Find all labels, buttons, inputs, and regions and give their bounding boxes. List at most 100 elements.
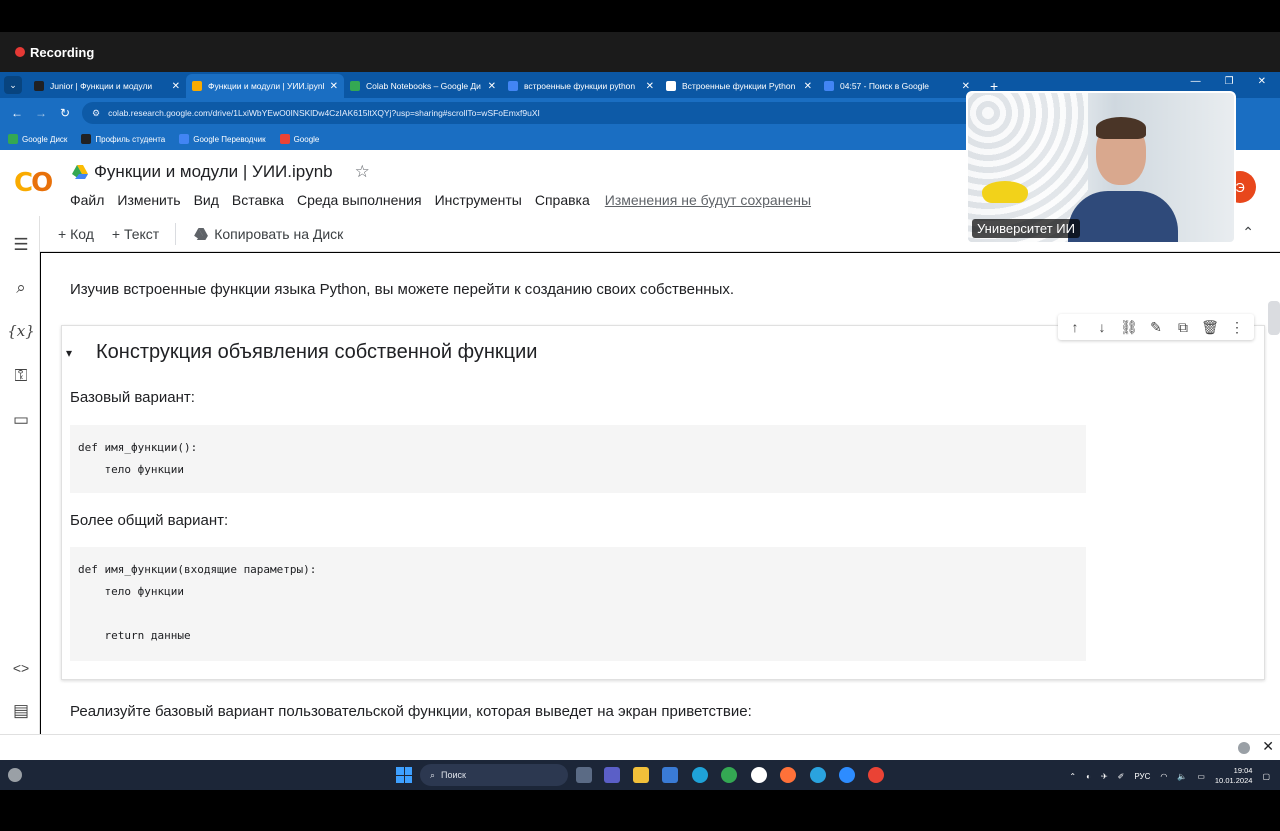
browser-tab[interactable]: Junior | Функции и модули ✕ bbox=[28, 74, 186, 98]
forward-icon[interactable]: → bbox=[34, 106, 48, 120]
record-dot-icon bbox=[15, 47, 25, 57]
start-menu-icon[interactable] bbox=[396, 767, 412, 783]
variables-icon[interactable]: {x} bbox=[7, 320, 35, 342]
url-text: colab.research.google.com/drive/1LxiWbYE… bbox=[108, 108, 540, 118]
windows-taskbar: ⌕ Поиск ⌃ ◐ ✈ ✐ РУС ◠ 🔈 ▭ 19:04 10.01.20… bbox=[0, 760, 1280, 790]
menu-item[interactable]: Вид bbox=[194, 192, 219, 208]
close-tab-icon[interactable]: ✕ bbox=[646, 81, 654, 92]
language-indicator[interactable]: РУС bbox=[1134, 772, 1150, 781]
firefox-icon[interactable] bbox=[780, 767, 796, 783]
collapse-header-icon[interactable]: ⌃ bbox=[1242, 224, 1254, 241]
menu-item[interactable]: Изменить bbox=[117, 192, 180, 208]
add-text-button[interactable]: + Текст bbox=[112, 226, 159, 242]
notifications-icon[interactable]: ▢ bbox=[1262, 772, 1270, 781]
menu-item[interactable]: Среда выполнения bbox=[297, 192, 422, 208]
close-tab-icon[interactable]: ✕ bbox=[488, 81, 496, 92]
chrome-profile-icon[interactable] bbox=[868, 767, 884, 783]
colab-logo[interactable]: CO bbox=[14, 168, 53, 198]
tab-favicon-icon bbox=[508, 81, 518, 91]
tab-search-icon[interactable]: ⌄ bbox=[4, 76, 22, 94]
code-line: def имя_функции(входящие параметры): bbox=[78, 563, 317, 576]
close-tab-icon[interactable]: ✕ bbox=[172, 81, 180, 92]
tab-favicon-icon bbox=[824, 81, 834, 91]
bookmark-item[interactable]: Google Переводчик bbox=[179, 134, 266, 144]
table-of-contents-icon[interactable]: ☰ bbox=[10, 234, 32, 256]
search-icon[interactable]: ⌕ bbox=[10, 277, 32, 299]
task-view-icon[interactable] bbox=[576, 767, 592, 783]
unsaved-changes-link[interactable]: Изменения не будут сохранены bbox=[605, 192, 811, 208]
taskbar-search[interactable]: ⌕ Поиск bbox=[420, 764, 568, 786]
menu-item[interactable]: Справка bbox=[535, 192, 590, 208]
basic-code-block: def имя_функции(): тело функции bbox=[70, 425, 1086, 493]
browser-tab[interactable]: Встроенные функции Python ✕ bbox=[660, 74, 818, 98]
close-tab-icon[interactable]: ✕ bbox=[962, 81, 970, 92]
tab-title: 04:57 - Поиск в Google bbox=[840, 81, 930, 91]
close-tab-icon[interactable]: ✕ bbox=[330, 81, 338, 92]
mirror-cell-icon[interactable]: ⧉ bbox=[1174, 319, 1192, 336]
browser-tab[interactable]: 04:57 - Поиск в Google ✕ bbox=[818, 74, 976, 98]
close-tab-icon[interactable]: ✕ bbox=[804, 81, 812, 92]
clock[interactable]: 19:04 10.01.2024 bbox=[1215, 766, 1253, 786]
file-explorer-icon[interactable] bbox=[633, 767, 649, 783]
copy-to-drive-button[interactable]: Копировать на Диск bbox=[194, 226, 343, 242]
tray-pen-icon[interactable]: ✐ bbox=[1118, 772, 1125, 781]
store-icon[interactable] bbox=[662, 767, 678, 783]
files-folder-icon[interactable]: ▭ bbox=[10, 409, 32, 431]
bookmark-favicon-icon bbox=[8, 134, 18, 144]
bookmark-item[interactable]: Google Диск bbox=[8, 134, 67, 144]
battery-icon[interactable]: ▭ bbox=[1197, 772, 1205, 781]
browser-tab[interactable]: встроенные функции python ✕ bbox=[502, 74, 660, 98]
left-sidebar: ☰ ⌕ {x} ⚿ ▭ <> ▤ bbox=[0, 216, 40, 734]
collapse-section-icon[interactable]: ▾ bbox=[66, 346, 72, 360]
search-icon: ⌕ bbox=[430, 769, 436, 780]
minimize-icon[interactable]: — bbox=[1191, 76, 1201, 87]
star-icon[interactable]: ☆ bbox=[355, 162, 370, 182]
telegram-icon[interactable] bbox=[810, 767, 826, 783]
scrollbar-thumb[interactable] bbox=[1268, 301, 1280, 335]
general-code-block: def имя_функции(входящие параметры): тел… bbox=[70, 547, 1086, 661]
move-down-icon[interactable]: ↓ bbox=[1093, 319, 1111, 335]
link-icon[interactable]: ⛓ bbox=[1120, 319, 1138, 336]
yandex-browser-icon[interactable] bbox=[751, 767, 767, 783]
code-line: return данные bbox=[78, 629, 191, 642]
edit-pencil-icon[interactable]: ✎ bbox=[1147, 319, 1165, 336]
add-code-button[interactable]: + Код bbox=[58, 226, 94, 242]
secrets-key-icon[interactable]: ⚿ bbox=[10, 365, 32, 387]
bookmark-item[interactable]: Профиль студента bbox=[81, 134, 165, 144]
menu-item[interactable]: Файл bbox=[70, 192, 104, 208]
bookmark-item[interactable]: Google bbox=[279, 134, 319, 144]
chrome-icon[interactable] bbox=[721, 767, 737, 783]
more-options-icon[interactable]: ⋮ bbox=[1228, 319, 1246, 336]
zoom-icon[interactable] bbox=[839, 767, 855, 783]
close-status-icon[interactable]: ✕ bbox=[1262, 738, 1274, 755]
recording-label: Recording bbox=[30, 44, 95, 60]
teams-icon[interactable] bbox=[604, 767, 620, 783]
notebook-title-row: Функции и модули | УИИ.ipynb ☆ bbox=[72, 162, 370, 182]
menu-item[interactable]: Вставка bbox=[232, 192, 284, 208]
text-cell[interactable]: ↑ ↓ ⛓ ✎ ⧉ 🗑 ⋮ ▾ Конструкция объявления с… bbox=[61, 314, 1265, 680]
move-up-icon[interactable]: ↑ bbox=[1066, 319, 1084, 335]
letterbox-bottom bbox=[0, 790, 1280, 831]
command-palette-icon[interactable]: ▤ bbox=[10, 700, 32, 722]
browser-tab[interactable]: Colab Notebooks – Google Ди ✕ bbox=[344, 74, 502, 98]
notebook-title[interactable]: Функции и модули | УИИ.ipynb bbox=[94, 162, 333, 182]
close-window-icon[interactable]: ✕ bbox=[1258, 76, 1266, 87]
code-snippets-icon[interactable]: <> bbox=[10, 657, 32, 679]
tray-apps-icon[interactable]: ◐ bbox=[1086, 772, 1091, 781]
back-icon[interactable]: ← bbox=[10, 106, 24, 120]
site-settings-icon[interactable]: ⚙ bbox=[92, 108, 100, 119]
browser-tab[interactable]: Функции и модули | УИИ.ipynb ✕ bbox=[186, 74, 344, 98]
toolbar-divider bbox=[175, 222, 177, 245]
tray-chevron-icon[interactable]: ⌃ bbox=[1069, 772, 1076, 781]
edge-icon[interactable] bbox=[692, 767, 708, 783]
recording-bar: Recording bbox=[0, 32, 1280, 72]
taskbar-search-label: Поиск bbox=[441, 770, 466, 780]
weather-icon[interactable] bbox=[8, 768, 22, 782]
maximize-icon[interactable]: ❐ bbox=[1225, 76, 1234, 87]
delete-icon[interactable]: 🗑 bbox=[1201, 319, 1219, 336]
reload-icon[interactable]: ↻ bbox=[58, 106, 72, 120]
menu-item[interactable]: Инструменты bbox=[435, 192, 522, 208]
volume-icon[interactable]: 🔈 bbox=[1177, 772, 1187, 781]
tray-notify-icon[interactable]: ✈ bbox=[1101, 772, 1108, 781]
wifi-icon[interactable]: ◠ bbox=[1160, 772, 1167, 781]
